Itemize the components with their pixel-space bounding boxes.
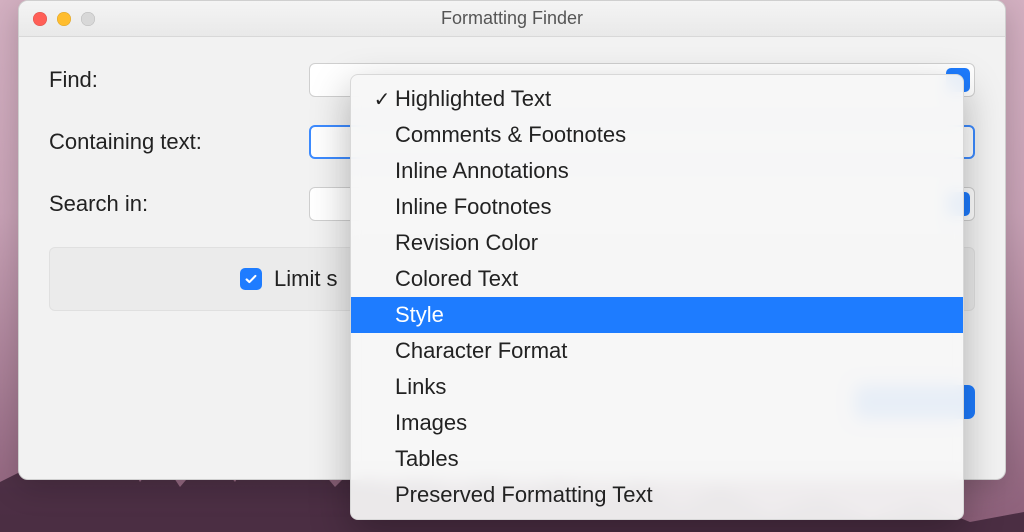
traffic-lights xyxy=(19,12,95,26)
close-button[interactable] xyxy=(33,12,47,26)
titlebar[interactable]: Formatting Finder xyxy=(19,1,1005,37)
window-title: Formatting Finder xyxy=(19,8,1005,29)
limit-checkbox[interactable] xyxy=(240,268,262,290)
dropdown-item[interactable]: Inline Annotations xyxy=(351,153,963,189)
dropdown-item-label: Style xyxy=(395,302,943,328)
dropdown-item[interactable]: Colored Text xyxy=(351,261,963,297)
dropdown-item-label: Images xyxy=(395,410,943,436)
dropdown-item-label: Character Format xyxy=(395,338,943,364)
dropdown-item[interactable]: Comments & Footnotes xyxy=(351,117,963,153)
dropdown-item[interactable]: ✓Highlighted Text xyxy=(351,81,963,117)
minimize-button[interactable] xyxy=(57,12,71,26)
dropdown-item[interactable]: Style xyxy=(351,297,963,333)
dropdown-item[interactable]: Images xyxy=(351,405,963,441)
zoom-button[interactable] xyxy=(81,12,95,26)
dropdown-item-label: Inline Footnotes xyxy=(395,194,943,220)
dropdown-item-label: Highlighted Text xyxy=(395,86,943,112)
limit-label: Limit s xyxy=(274,266,338,292)
checkmark-icon: ✓ xyxy=(369,87,395,112)
dropdown-item-label: Preserved Formatting Text xyxy=(395,482,943,508)
dropdown-item-label: Comments & Footnotes xyxy=(395,122,943,148)
dropdown-item-label: Revision Color xyxy=(395,230,943,256)
dropdown-item-label: Inline Annotations xyxy=(395,158,943,184)
dropdown-item[interactable]: Links xyxy=(351,369,963,405)
find-dropdown-menu[interactable]: ✓Highlighted Text Comments & Footnotes Inl… xyxy=(350,74,964,520)
dropdown-item-label: Links xyxy=(395,374,943,400)
dropdown-item[interactable]: Inline Footnotes xyxy=(351,189,963,225)
dropdown-item-label: Tables xyxy=(395,446,943,472)
checkmark-icon xyxy=(244,272,258,286)
containing-text-label: Containing text: xyxy=(49,129,309,155)
dropdown-item[interactable]: Preserved Formatting Text xyxy=(351,477,963,513)
dropdown-item[interactable]: Tables xyxy=(351,441,963,477)
dropdown-item[interactable]: Character Format xyxy=(351,333,963,369)
find-label: Find: xyxy=(49,67,309,93)
dropdown-item[interactable]: Revision Color xyxy=(351,225,963,261)
dropdown-item-label: Colored Text xyxy=(395,266,943,292)
search-in-label: Search in: xyxy=(49,191,309,217)
